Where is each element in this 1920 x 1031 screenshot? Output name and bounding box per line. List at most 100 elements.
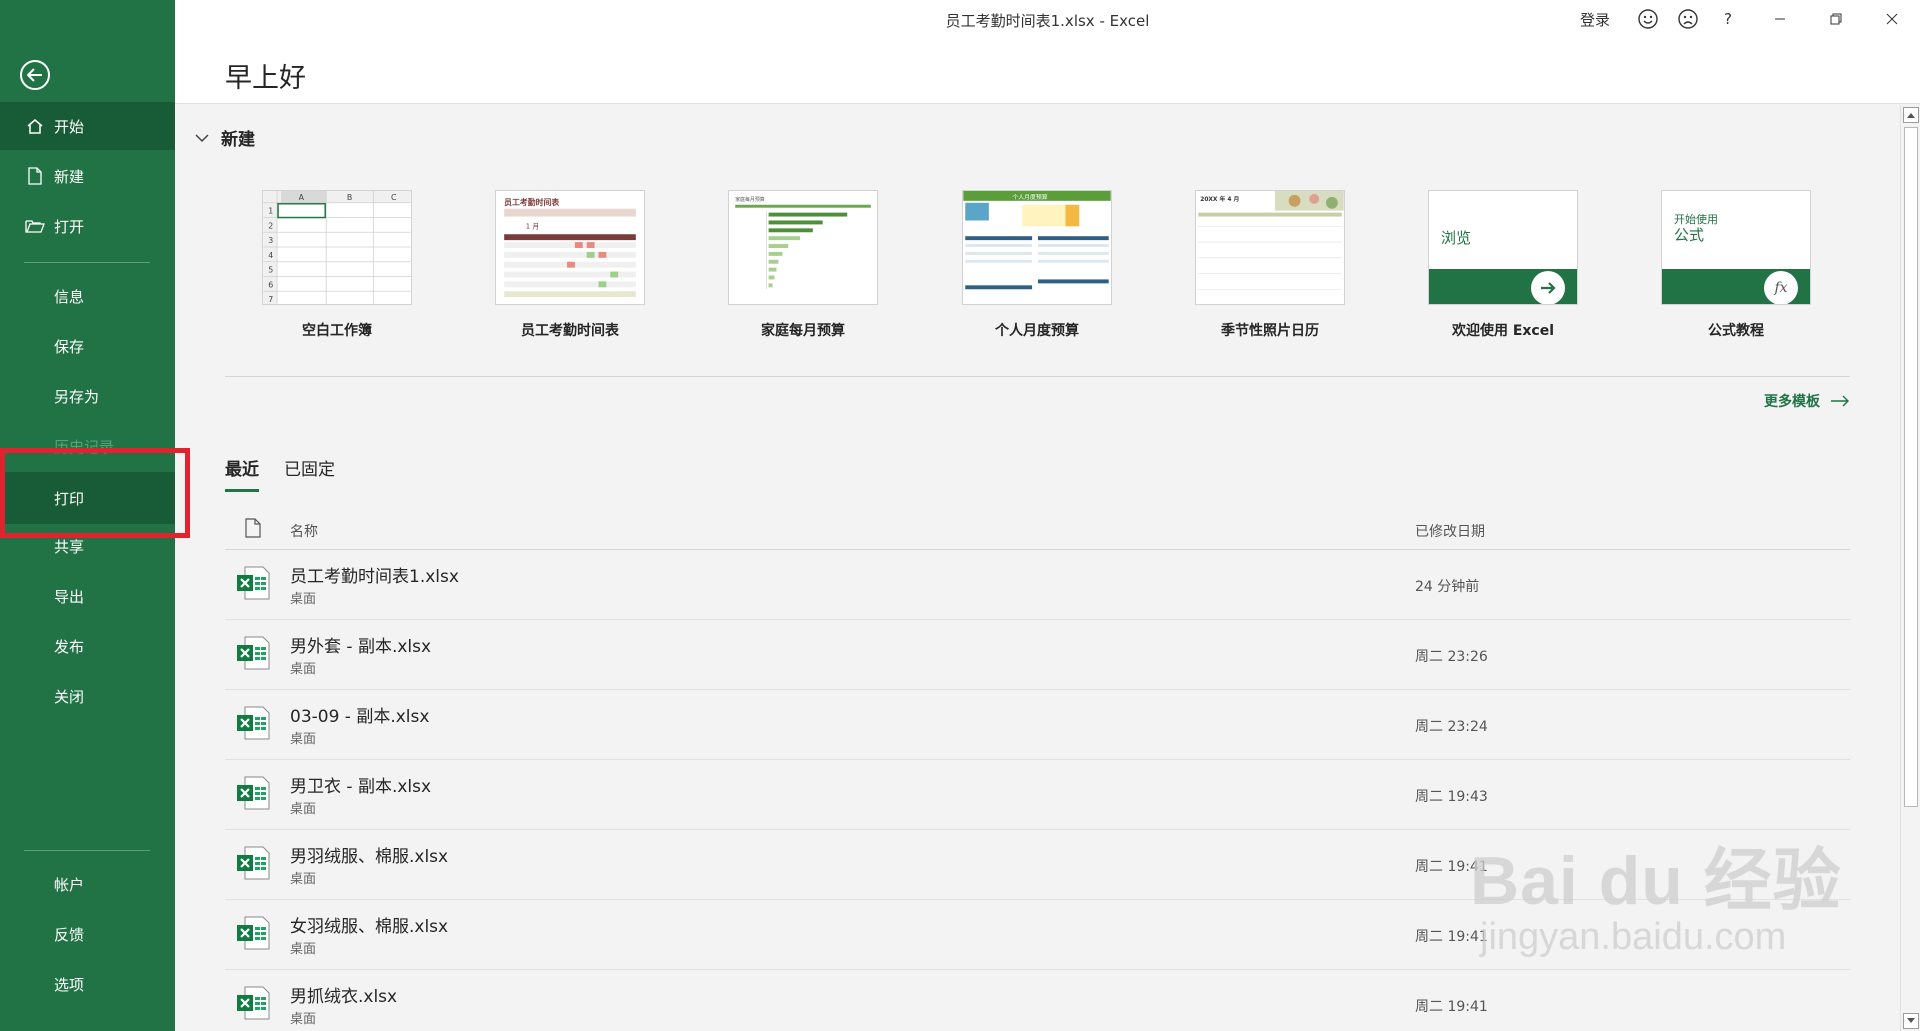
row-header: 2 [268, 221, 273, 230]
watermark-main-text: Bai du 经验 [1470, 843, 1842, 919]
file-location: 桌面 [290, 1012, 317, 1027]
row-header: 1 [268, 207, 273, 216]
recent-file-row[interactable]: 03-09 - 副本.xlsx 桌面 周二 23:24 [225, 690, 1850, 760]
scroll-up-arrow-icon[interactable] [1903, 107, 1919, 123]
template-thumbnail: 个人月度预算 [962, 190, 1112, 305]
template-blank-workbook[interactable]: A B C 1 2 3 4 5 6 7 空白工作簿 [262, 190, 412, 340]
excel-file-icon [235, 845, 271, 885]
col-header-c: C [391, 193, 397, 202]
section-separator [225, 376, 1850, 377]
sign-in-link[interactable]: 登录 [1570, 0, 1620, 38]
file-modified: 周二 19:41 [1415, 999, 1488, 1015]
template-name: 个人月度预算 [995, 323, 1079, 339]
excel-file-icon [235, 565, 271, 605]
tab-pinned[interactable]: 已固定 [284, 455, 335, 492]
nav-save-as[interactable]: 另存为 [0, 372, 175, 420]
template-personal-budget[interactable]: 个人月度预算 个人月度预算 [962, 190, 1112, 340]
folder-open-icon [24, 218, 46, 234]
document-icon [245, 518, 261, 542]
excel-file-icon [235, 985, 271, 1025]
restore-icon[interactable] [1808, 0, 1864, 38]
file-modified: 周二 23:26 [1415, 649, 1488, 665]
nav-options[interactable]: 选项 [0, 960, 175, 1008]
col-header-b: B [347, 193, 352, 202]
nav-close[interactable]: 关闭 [0, 672, 175, 720]
nav-account[interactable]: 帐户 [0, 860, 175, 908]
tab-recent[interactable]: 最近 [225, 455, 259, 492]
template-family-budget[interactable]: 家庭每月预算 家庭每月预算 [728, 190, 878, 340]
file-name: 男抓绒衣.xlsx [290, 987, 398, 1007]
nav-feedback[interactable]: 反馈 [0, 910, 175, 958]
template-thumbnail: 家庭每月预算 [728, 190, 878, 305]
file-list-header: 名称 已修改日期 [225, 510, 1850, 550]
template-name: 公式教程 [1708, 323, 1764, 339]
vertical-scrollbar[interactable] [1900, 105, 1920, 1031]
minimize-icon[interactable] [1752, 0, 1808, 38]
scroll-down-arrow-icon[interactable] [1903, 1013, 1919, 1029]
template-thumbnail: 开始使用 公式 fx [1661, 190, 1811, 305]
more-templates-link[interactable]: 更多模板 [1764, 391, 1850, 411]
scroll-thumb[interactable] [1904, 127, 1918, 807]
back-arrow-icon[interactable] [20, 60, 50, 90]
file-location: 桌面 [290, 942, 317, 957]
nav-save[interactable]: 保存 [0, 322, 175, 370]
col-header-a: A [299, 193, 305, 202]
nav-info[interactable]: 信息 [0, 272, 175, 320]
title-bar: 员工考勤时间表1.xlsx - Excel 登录 ? [175, 0, 1920, 38]
help-icon[interactable]: ? [1708, 0, 1748, 38]
nav-new[interactable]: 新建 [0, 152, 175, 200]
frown-feedback-icon[interactable] [1668, 0, 1708, 38]
new-section-header[interactable]: 新建 [195, 125, 255, 150]
home-icon [24, 118, 46, 134]
template-thumbnail: 员工考勤时间表 1 月 [495, 190, 645, 305]
file-name: 员工考勤时间表1.xlsx [290, 567, 459, 587]
file-location: 桌面 [290, 802, 317, 817]
row-header: 7 [268, 295, 273, 304]
excel-file-icon [235, 705, 271, 745]
smile-feedback-icon[interactable] [1628, 0, 1668, 38]
file-modified: 24 分钟前 [1415, 579, 1480, 595]
recent-tabs: 最近 已固定 [225, 455, 360, 492]
template-attendance[interactable]: 员工考勤时间表 1 月 员工考勤时间表 [495, 190, 645, 340]
template-name: 家庭每月预算 [761, 323, 845, 339]
fx-icon: fx [1764, 271, 1798, 304]
file-modified: 周二 23:24 [1415, 719, 1488, 735]
recent-file-row[interactable]: 男抓绒衣.xlsx 桌面 周二 19:41 [225, 970, 1850, 1031]
print-highlight-annotation [0, 448, 190, 538]
nav-open[interactable]: 打开 [0, 202, 175, 250]
thumb-title: 个人月度预算 [1012, 193, 1047, 201]
baidu-watermark: Bai du 经验 jingyan.baidu.com [1470, 825, 1842, 959]
file-location: 桌面 [290, 872, 317, 887]
column-header-name[interactable]: 名称 [290, 521, 318, 541]
excel-file-icon [235, 635, 271, 675]
thumb-title: 20XX 年 4 月 [1200, 195, 1239, 203]
nav-export[interactable]: 导出 [0, 572, 175, 620]
arrow-right-icon [1831, 395, 1849, 407]
thumb-title: 浏览 [1441, 229, 1472, 247]
template-welcome-excel[interactable]: 浏览 欢迎使用 Excel [1428, 190, 1578, 340]
file-location: 桌面 [290, 592, 317, 607]
thumb-title: 家庭每月预算 [735, 196, 765, 203]
recent-file-row[interactable]: 员工考勤时间表1.xlsx 桌面 24 分钟前 [225, 550, 1850, 620]
template-name: 员工考勤时间表 [521, 323, 619, 339]
template-name: 季节性照片日历 [1221, 323, 1319, 339]
file-location: 桌面 [290, 662, 317, 677]
blank-grid-thumbnail: A B C 1 2 3 4 5 6 7 [263, 191, 411, 304]
recent-file-row[interactable]: 男卫衣 - 副本.xlsx 桌面 周二 19:43 [225, 760, 1850, 830]
file-name: 男外套 - 副本.xlsx [290, 637, 432, 657]
row-header: 3 [268, 236, 273, 245]
calendar-thumbnail: 20XX 年 4 月 [1198, 191, 1344, 290]
template-formula-tutorial[interactable]: 开始使用 公式 fx 公式教程 [1661, 190, 1811, 340]
template-thumbnail: 浏览 [1428, 190, 1578, 305]
family-budget-thumbnail: 家庭每月预算 [735, 196, 871, 290]
arrow-right-icon [1531, 271, 1565, 304]
close-window-icon[interactable] [1864, 0, 1920, 38]
recent-file-row[interactable]: 男外套 - 副本.xlsx 桌面 周二 23:26 [225, 620, 1850, 690]
personal-budget-thumbnail: 个人月度预算 [963, 191, 1111, 290]
template-photo-calendar[interactable]: 20XX 年 4 月 季节性照片日历 [1195, 190, 1345, 340]
thumb-month: 1 月 [526, 222, 539, 230]
nav-home[interactable]: 开始 [0, 102, 175, 150]
file-name: 03-09 - 副本.xlsx [290, 707, 430, 727]
column-header-date[interactable]: 已修改日期 [1415, 521, 1485, 541]
nav-publish[interactable]: 发布 [0, 622, 175, 670]
